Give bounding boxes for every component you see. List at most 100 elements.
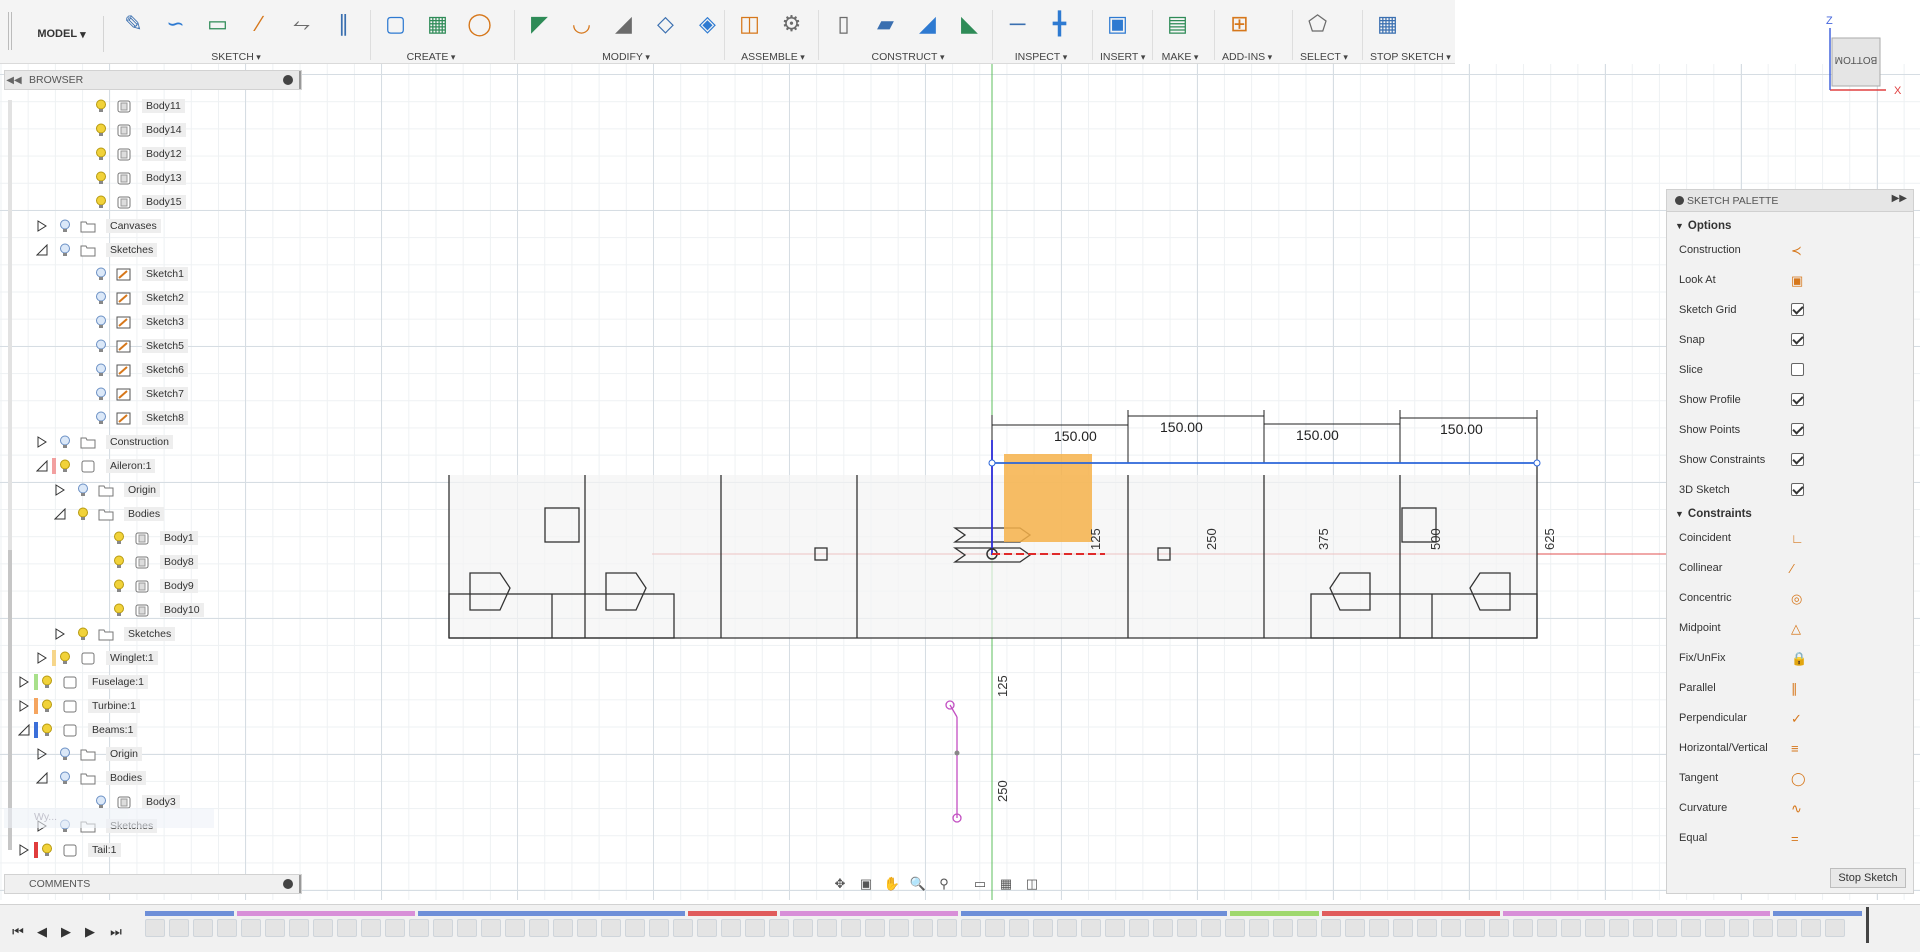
- constraint-midpoint[interactable]: Midpoint △: [1679, 618, 1899, 638]
- pan-icon[interactable]: ✋: [882, 875, 902, 893]
- collapse-arrow-icon[interactable]: [35, 243, 48, 256]
- browser-item-body9[interactable]: Body9: [112, 576, 198, 596]
- timeline-feature-icon[interactable]: [721, 919, 741, 937]
- toolbar-group-inspect[interactable]: ─ ╋ INSPECT: [1000, 0, 1082, 64]
- visibility-bulb-icon[interactable]: [94, 363, 108, 377]
- browser-item-sketch2[interactable]: Sketch2: [94, 288, 188, 308]
- timeline-feature-icon[interactable]: [625, 919, 645, 937]
- palette-option-show-constraints[interactable]: Show Constraints: [1679, 450, 1899, 470]
- timeline-feature-icon[interactable]: [793, 919, 813, 937]
- browser-item-sketches[interactable]: Sketches: [35, 240, 158, 260]
- visibility-bulb-icon[interactable]: [94, 123, 108, 137]
- palette-option-show-profile[interactable]: Show Profile: [1679, 390, 1899, 410]
- timeline-feature-icon[interactable]: [1417, 919, 1437, 937]
- timeline-feature-icon[interactable]: [1825, 919, 1845, 937]
- visibility-bulb-icon[interactable]: [76, 483, 90, 497]
- timeline-feature-icon[interactable]: [313, 919, 333, 937]
- timeline-feature-icon[interactable]: [1561, 919, 1581, 937]
- visibility-bulb-icon[interactable]: [94, 387, 108, 401]
- expand-arrow-icon[interactable]: [18, 676, 30, 688]
- toolbar-group-construct[interactable]: ▯ ▰ ◢ ◣ CONSTRUCT: [826, 0, 990, 64]
- visibility-bulb-icon[interactable]: [94, 267, 108, 281]
- timeline-feature-icon[interactable]: [289, 919, 309, 937]
- revolve-icon[interactable]: ◯: [462, 8, 497, 40]
- browser-item-aileron-1[interactable]: Aileron:1: [35, 456, 156, 476]
- new-component-icon[interactable]: ◫: [732, 8, 767, 40]
- timeline-feature-icon[interactable]: [1369, 919, 1389, 937]
- browser-panel-header[interactable]: ◀◀ BROWSER: [4, 70, 302, 90]
- timeline-feature-icon[interactable]: [1081, 919, 1101, 937]
- timeline-feature-icon[interactable]: [865, 919, 885, 937]
- visibility-bulb-icon[interactable]: [94, 147, 108, 161]
- timeline-marker[interactable]: [1866, 907, 1869, 943]
- visibility-bulb-icon[interactable]: [94, 339, 108, 353]
- timeline-feature-icon[interactable]: [409, 919, 429, 937]
- palette-header[interactable]: SKETCH PALETTE ▶▶: [1667, 190, 1913, 212]
- visibility-bulb-icon[interactable]: [112, 555, 126, 569]
- timeline-feature-icon[interactable]: [745, 919, 765, 937]
- expand-arrow-icon[interactable]: [36, 436, 48, 448]
- timeline-feature-icon[interactable]: [913, 919, 933, 937]
- first-step-icon[interactable]: ⏮: [8, 923, 28, 941]
- offset-icon[interactable]: ⥊: [284, 8, 319, 40]
- timeline-feature-icon[interactable]: [1345, 919, 1365, 937]
- timeline-feature-icon[interactable]: [1777, 919, 1797, 937]
- browser-item-body13[interactable]: Body13: [94, 168, 186, 188]
- visibility-bulb-icon[interactable]: [76, 507, 90, 521]
- checkbox[interactable]: [1791, 393, 1804, 406]
- visibility-bulb-icon[interactable]: [94, 411, 108, 425]
- toolbar-group-assemble[interactable]: ◫ ⚙ ASSEMBLE: [732, 0, 814, 64]
- tangent-plane-icon[interactable]: ◢: [910, 8, 945, 40]
- constraint-coincident[interactable]: Coincident ∟: [1679, 528, 1899, 548]
- browser-item-sketch5[interactable]: Sketch5: [94, 336, 188, 356]
- checkbox[interactable]: [1791, 483, 1804, 496]
- timeline-feature-icon[interactable]: [193, 919, 213, 937]
- browser-item-winglet-1[interactable]: Winglet:1: [37, 648, 158, 668]
- timeline-feature-icon[interactable]: [457, 919, 477, 937]
- viewports-icon[interactable]: ◫: [1022, 875, 1042, 893]
- visibility-bulb-icon[interactable]: [112, 579, 126, 593]
- timeline-feature-icon[interactable]: [1441, 919, 1461, 937]
- parallel-icon[interactable]: ∥: [1791, 681, 1805, 696]
- visibility-bulb-icon[interactable]: [40, 675, 54, 689]
- browser-item-construction[interactable]: Construction: [37, 432, 173, 452]
- timeline-feature-icon[interactable]: [481, 919, 501, 937]
- offset-plane-icon[interactable]: ▯: [826, 8, 861, 40]
- visibility-bulb-icon[interactable]: [94, 195, 108, 209]
- fix-icon[interactable]: 🔒: [1791, 651, 1807, 666]
- timeline-feature-icon[interactable]: [1537, 919, 1557, 937]
- panel-resize-handle[interactable]: [299, 71, 301, 89]
- collapse-arrow-icon[interactable]: [53, 507, 66, 520]
- timeline-feature-icon[interactable]: [985, 919, 1005, 937]
- timeline-feature-icon[interactable]: [1177, 919, 1197, 937]
- checkbox[interactable]: [1791, 423, 1804, 436]
- palette-option-sketch-grid[interactable]: Sketch Grid: [1679, 300, 1899, 320]
- browser-item-origin[interactable]: Origin: [37, 744, 143, 764]
- browser-item-origin[interactable]: Origin: [55, 480, 161, 500]
- checkbox[interactable]: [1791, 453, 1804, 466]
- tangent-icon[interactable]: ◯: [1791, 771, 1806, 786]
- constraint-horizontal-vertical[interactable]: Horizontal/Vertical ≡: [1679, 738, 1899, 758]
- timeline-feature-icon[interactable]: [337, 919, 357, 937]
- construction-icon[interactable]: ≺: [1791, 243, 1805, 258]
- scripts-icon[interactable]: ⊞: [1222, 8, 1257, 40]
- press-pull-icon[interactable]: ◤: [522, 8, 557, 40]
- timeline-feature-icon[interactable]: [1321, 919, 1341, 937]
- shell-icon[interactable]: ◇: [648, 8, 683, 40]
- chamfer-icon[interactable]: ◢: [606, 8, 641, 40]
- constraint-tangent[interactable]: Tangent ◯: [1679, 768, 1899, 788]
- visibility-bulb-icon[interactable]: [112, 531, 126, 545]
- horizontal-vertical-icon[interactable]: ≡: [1791, 741, 1805, 756]
- visibility-bulb-icon[interactable]: [94, 99, 108, 113]
- last-step-icon[interactable]: ⏭: [106, 923, 126, 941]
- stop-sketch-icon[interactable]: ▦: [1370, 8, 1405, 40]
- toolbar-group-label[interactable]: STOP SKETCH: [1370, 51, 1444, 63]
- browser-item-canvases[interactable]: Canvases: [37, 216, 161, 236]
- browser-item-tail-1[interactable]: Tail:1: [19, 840, 121, 860]
- timeline-feature-icon[interactable]: [1105, 919, 1125, 937]
- mirror-icon[interactable]: ∥: [326, 8, 361, 40]
- browser-item-bodies[interactable]: Bodies: [53, 504, 165, 524]
- insert-image-icon[interactable]: ▣: [1100, 8, 1135, 40]
- visibility-bulb-icon[interactable]: [94, 291, 108, 305]
- toolbar-group-insert[interactable]: ▣ INSERT: [1100, 0, 1140, 64]
